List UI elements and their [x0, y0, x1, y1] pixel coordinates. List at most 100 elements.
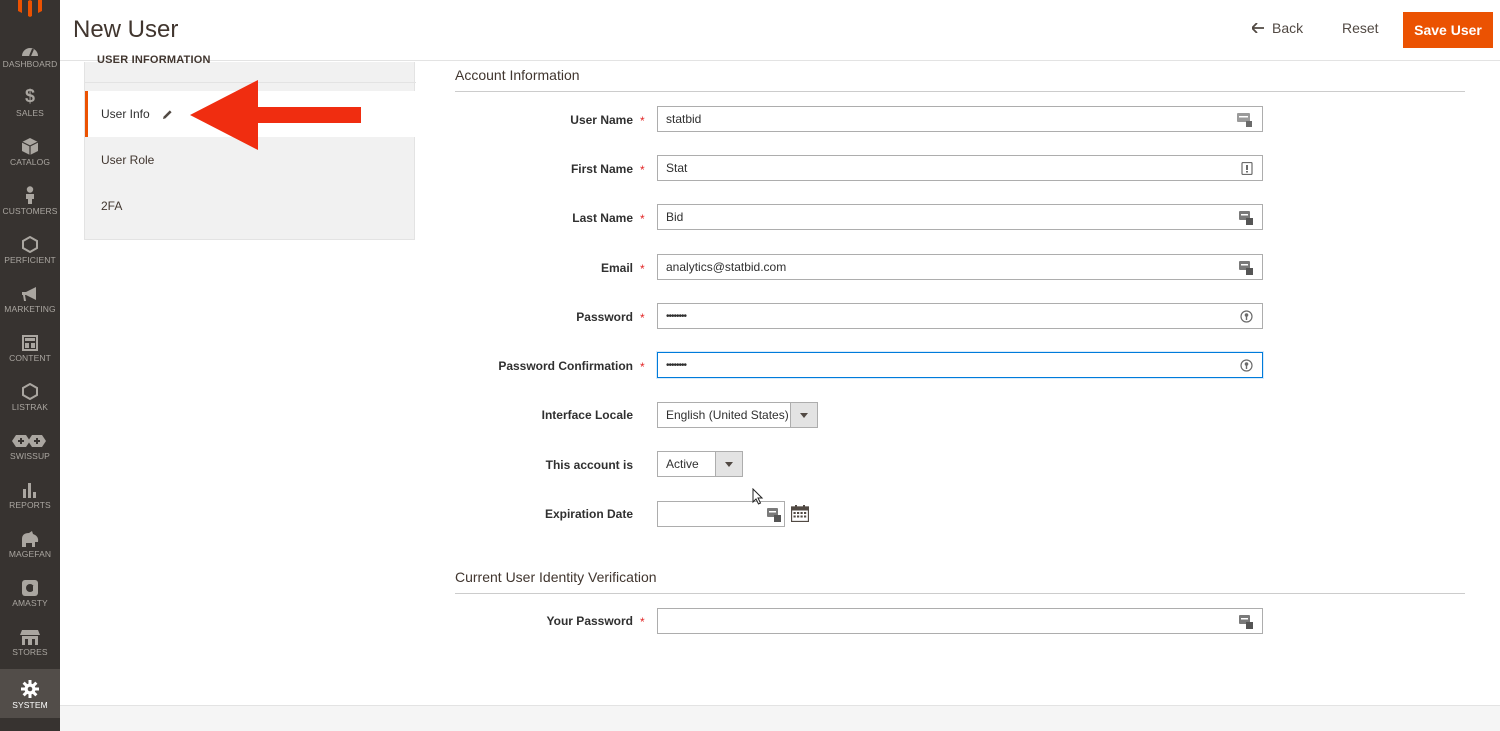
required-marker: *	[640, 114, 645, 128]
required-marker: *	[640, 262, 645, 276]
section-title-account-information: Account Information	[455, 67, 580, 83]
nav-catalog[interactable]: CATALOG	[0, 126, 60, 175]
key-icon	[1240, 310, 1253, 323]
section-title-identity-verification: Current User Identity Verification	[455, 569, 657, 585]
autofill-icon	[1239, 615, 1253, 629]
nav-amasty[interactable]: AMASTY	[0, 567, 60, 616]
username-value: statbid	[666, 112, 702, 126]
nav-stores[interactable]: STORES	[0, 616, 60, 665]
required-marker: *	[640, 360, 645, 374]
field-label-your-password: Your Password	[546, 614, 633, 628]
nav-label: CONTENT	[9, 352, 51, 363]
password-field[interactable]: ••••••••	[657, 303, 1263, 329]
nav-label: PERFICIENT	[4, 254, 56, 265]
nav-label: LISTRAK	[11, 401, 49, 412]
dollar-icon: $	[24, 85, 35, 106]
reset-button[interactable]: Reset	[1342, 20, 1379, 36]
nav-magefan[interactable]: MAGEFAN	[0, 518, 60, 567]
nav-content[interactable]: CONTENT	[0, 322, 60, 371]
nav-label: DASHBOARD	[2, 58, 58, 69]
nav-label: MARKETING	[4, 303, 56, 314]
account-status-value: Active	[666, 457, 699, 471]
tabs-heading: USER INFORMATION	[97, 54, 211, 66]
field-label-username: User Name	[570, 113, 633, 127]
nav-system[interactable]: SYSTEM	[0, 669, 60, 718]
contact-card-icon	[1241, 162, 1253, 175]
layout-icon	[22, 331, 38, 351]
nav-label: CUSTOMERS	[2, 205, 58, 216]
autofill-icon	[767, 508, 781, 522]
password-confirmation-field[interactable]: ••••••••	[657, 352, 1263, 378]
autofill-icon	[1239, 261, 1253, 275]
swissup-icon	[12, 429, 48, 449]
amasty-icon	[22, 576, 38, 596]
nav-label: SALES	[16, 107, 44, 118]
megaphone-icon	[21, 282, 39, 302]
chevron-down-icon	[715, 452, 742, 476]
person-icon	[24, 184, 36, 204]
field-label-interface-locale: Interface Locale	[541, 408, 633, 422]
required-marker: *	[640, 163, 645, 177]
account-status-select[interactable]: Active	[657, 451, 743, 477]
nav-listrak[interactable]: LISTRAK	[0, 371, 60, 420]
nav-reports[interactable]: REPORTS	[0, 469, 60, 518]
divider	[455, 91, 1465, 92]
dashboard-icon	[21, 37, 39, 57]
page-footer	[60, 705, 1500, 731]
back-button-label: Back	[1272, 20, 1304, 36]
admin-sidebar: DASHBOARD $ SALES CATALOG CUSTOMERS PERF…	[0, 0, 60, 731]
magefan-icon	[20, 527, 40, 547]
calendar-icon[interactable]	[791, 505, 809, 522]
nav-label: SWISSUP	[10, 450, 50, 461]
nav-perficient[interactable]: PERFICIENT	[0, 224, 60, 273]
expiration-date-field[interactable]	[657, 501, 785, 527]
store-icon	[20, 625, 40, 645]
page-title: New User	[73, 16, 179, 43]
nav-label: SYSTEM	[12, 699, 48, 710]
nav-sales[interactable]: $ SALES	[0, 77, 60, 126]
autofill-icon	[1237, 112, 1253, 128]
password-confirmation-value: ••••••••	[666, 359, 687, 371]
username-field[interactable]: statbid	[657, 106, 1263, 132]
bar-chart-icon	[22, 478, 38, 498]
nav-label: MAGEFAN	[8, 548, 52, 559]
cube-icon	[22, 135, 38, 155]
required-marker: *	[640, 212, 645, 226]
chevron-down-icon	[790, 403, 817, 427]
arrow-left-icon	[1252, 23, 1264, 33]
email-value: analytics@statbid.com	[666, 260, 787, 274]
nav-label: STORES	[12, 646, 48, 657]
firstname-field[interactable]: Stat	[657, 155, 1263, 181]
nav-label: CATALOG	[9, 156, 51, 167]
hexagon-icon	[22, 233, 38, 253]
nav-customers[interactable]: CUSTOMERS	[0, 175, 60, 224]
firstname-value: Stat	[666, 161, 688, 175]
page-header: New User Back Reset Save User	[60, 0, 1500, 61]
nav-label: REPORTS	[9, 499, 51, 510]
field-label-password-confirmation: Password Confirmation	[498, 359, 633, 373]
field-label-expiration-date: Expiration Date	[544, 507, 633, 521]
hexagon-outline-icon	[22, 380, 38, 400]
divider	[455, 593, 1465, 594]
required-marker: *	[640, 311, 645, 325]
required-marker: *	[640, 615, 645, 629]
interface-locale-value: English (United States)	[666, 408, 789, 422]
nav-dashboard[interactable]: DASHBOARD	[0, 28, 60, 77]
field-label-account-status: This account is	[545, 458, 633, 472]
interface-locale-select[interactable]: English (United States)	[657, 402, 818, 428]
back-button[interactable]: Back	[1252, 20, 1303, 36]
autofill-icon	[1239, 211, 1253, 225]
magento-logo[interactable]	[0, 0, 60, 18]
nav-label: AMASTY	[12, 597, 48, 608]
mouse-cursor-icon	[752, 488, 764, 505]
main-content: USER INFORMATION User Info User Role 2FA…	[60, 54, 1500, 705]
password-value: ••••••••	[666, 310, 687, 322]
lastname-field[interactable]: Bid	[657, 204, 1263, 230]
nav-marketing[interactable]: MARKETING	[0, 273, 60, 322]
lastname-value: Bid	[666, 210, 684, 224]
save-user-button[interactable]: Save User	[1403, 12, 1493, 48]
field-label-password: Password	[576, 310, 633, 324]
your-password-field[interactable]	[657, 608, 1263, 634]
nav-swissup[interactable]: SWISSUP	[0, 420, 60, 469]
email-field[interactable]: analytics@statbid.com	[657, 254, 1263, 280]
